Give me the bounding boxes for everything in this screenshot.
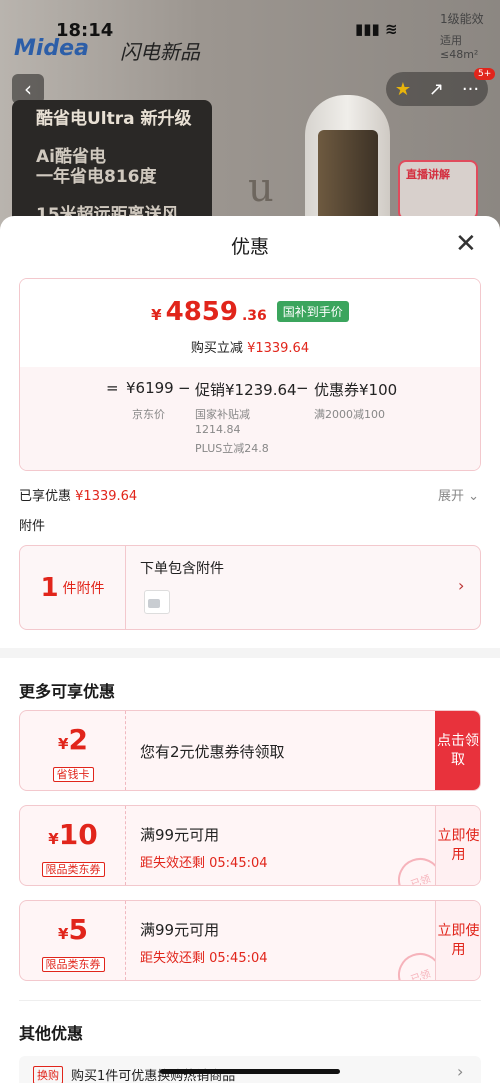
coupon-currency: ¥ (58, 925, 69, 943)
section-separator (0, 648, 500, 658)
live-label: 直播讲解 (406, 168, 450, 181)
coupon-condition: 满99元可用 (140, 921, 220, 939)
coupon-type: 省钱卡 (20, 763, 126, 782)
discount-sheet: 优惠 ✕ ¥ 4859 .36 国补到手价 购买立减 ¥1339.64 = ¥6… (0, 216, 500, 1083)
coupon-type: 限品类东券 (20, 858, 126, 877)
expand-label: 展开 (438, 489, 465, 504)
favorite-icon[interactable]: ★ (395, 79, 411, 100)
use-coupon-button[interactable]: 立即使用 (435, 901, 480, 980)
attachment-section-label: 附件 (19, 519, 46, 534)
brand-sub: 闪电新品 (120, 40, 200, 64)
coupon-countdown: 距失效还剩 05:45:04 (140, 856, 268, 871)
product-image-band (318, 130, 378, 230)
attachment-card[interactable]: 1 件附件 下单包含附件 › (19, 545, 481, 630)
jd-price-label: 京东价 (132, 408, 165, 421)
chevron-right-icon: › (458, 576, 465, 595)
home-indicator (160, 1069, 340, 1074)
live-stream-thumbnail[interactable]: 直播讲解 (398, 160, 478, 220)
formula-jd-price: ¥6199 (126, 379, 174, 397)
close-icon[interactable]: ✕ (455, 231, 477, 257)
coupon-condition: 满99元可用 (140, 826, 220, 844)
coupon-type-label: 限品类东券 (41, 957, 105, 972)
sheet-title: 优惠 (230, 236, 269, 258)
coupon-countdown: 距失效还剩 05:45:04 (140, 951, 268, 966)
promo-subsidy-label: 国家补贴减 (195, 408, 250, 421)
coupon-card: ¥5 限品类东券 满99元可用 距失效还剩 05:45:04 已领 立即使用 (19, 900, 481, 981)
price-summary: ¥ 4859 .36 国补到手价 购买立减 ¥1339.64 (20, 279, 480, 367)
attachment-thumbnail (144, 590, 170, 614)
promo-headline: 酷省电Ultra 新升级 (36, 109, 192, 129)
screen: 18:14 ▮▮▮ ≋ Midea 闪电新品 1级能效 适用≤48m² ‹ ★ … (0, 0, 500, 1083)
chevron-right-icon: › (457, 1062, 464, 1081)
final-price: 4859 (165, 297, 238, 327)
promo-subsidy-value: 1214.84 (195, 423, 241, 436)
energy-area: 适用≤48m² (440, 34, 479, 61)
price-breakdown-card: ¥ 4859 .36 国补到手价 购买立减 ¥1339.64 = ¥6199 −… (19, 278, 481, 471)
enjoyed-discount: 已享优惠 ¥1339.64 (19, 485, 137, 504)
formula-promo: 促销¥1239.64 (195, 381, 297, 399)
toolbar-pill: ★ ↗ ··· (386, 72, 488, 106)
coupon-amount-number: 5 (68, 913, 88, 946)
instant-discount-row: 购买立减 ¥1339.64 (20, 337, 480, 356)
coupon-type: 限品类东券 (20, 953, 126, 972)
chevron-left-icon: ‹ (24, 77, 32, 101)
coupon-type-label: 省钱卡 (52, 767, 94, 782)
coupon-amount: ¥10 (20, 818, 126, 851)
other-discounts-title: 其他优惠 (19, 1024, 84, 1043)
formula-minus-1: − (178, 379, 191, 397)
coupon-amount-number: 2 (68, 723, 88, 756)
final-price-row: ¥ 4859 .36 国补到手价 (20, 297, 480, 327)
coupon-card: ¥10 限品类东券 满99元可用 距失效还剩 05:45:04 已领 立即使用 (19, 805, 481, 886)
brand-logo: Midea (14, 36, 89, 61)
product-logo-mark: u (248, 165, 274, 211)
chevron-down-icon: ⌄ (468, 489, 480, 504)
currency-symbol: ¥ (151, 306, 162, 324)
coupon-condition: 满2000减100 (314, 408, 385, 421)
formula-minus-2: − (296, 379, 309, 397)
share-icon[interactable]: ↗ (429, 79, 444, 100)
attachment-count-number: 1 (40, 572, 59, 603)
signal-icon: ▮▮▮ ≋ (355, 20, 398, 38)
enjoyed-label: 已享优惠 (19, 489, 72, 504)
promo-plus-discount: PLUS立减24.8 (195, 442, 269, 455)
cart-badge: 5+ (474, 68, 496, 80)
formula-coupon: 优惠券¥100 (314, 381, 398, 399)
formula-equals: = (106, 379, 119, 397)
coupon-type-label: 限品类东券 (41, 862, 105, 877)
price-formula: = ¥6199 − 促销¥1239.64 − 优惠券¥100 京东价 国家补贴减… (20, 367, 480, 470)
trade-in-text: 购买1件可优惠换购热销商品 (71, 1069, 236, 1083)
attachment-title: 下单包含附件 (140, 561, 224, 577)
subsidy-price-tag: 国补到手价 (276, 301, 349, 322)
coupon-amount-number: 10 (58, 818, 98, 851)
attachment-count: 1 件附件 (20, 546, 126, 629)
instant-discount-label: 购买立减 (190, 341, 243, 356)
coupon-value: ¥5 限品类东券 (20, 901, 126, 980)
coupon-description: 您有2元优惠券待领取 (140, 743, 285, 761)
instant-discount-value: ¥1339.64 (247, 341, 310, 356)
divider (19, 1000, 481, 1001)
trade-in-tag: 换购 (33, 1066, 63, 1083)
coupon-value: ¥2 省钱卡 (20, 711, 126, 790)
energy-label: 1级能效 (440, 12, 484, 26)
product-page-background: 18:14 ▮▮▮ ≋ Midea 闪电新品 1级能效 适用≤48m² ‹ ★ … (0, 0, 500, 230)
more-icon[interactable]: ··· (462, 79, 479, 100)
enjoyed-value: ¥1339.64 (75, 489, 138, 504)
expand-toggle[interactable]: 展开 ⌄ (438, 485, 479, 504)
final-price-decimal: .36 (241, 308, 267, 324)
claim-coupon-button[interactable]: 点击领取 (435, 711, 480, 790)
coupon-amount: ¥2 (20, 723, 126, 756)
coupon-currency: ¥ (48, 830, 59, 848)
coupon-currency: ¥ (58, 735, 69, 753)
attachment-count-unit: 件附件 (62, 580, 105, 597)
more-discounts-title: 更多可享优惠 (19, 682, 116, 701)
coupon-card: ¥2 省钱卡 您有2元优惠券待领取 点击领取 (19, 710, 481, 791)
use-coupon-button[interactable]: 立即使用 (435, 806, 480, 885)
coupon-amount: ¥5 (20, 913, 126, 946)
promo-feature-2: 一年省电816度 (36, 167, 157, 187)
coupon-value: ¥10 限品类东券 (20, 806, 126, 885)
